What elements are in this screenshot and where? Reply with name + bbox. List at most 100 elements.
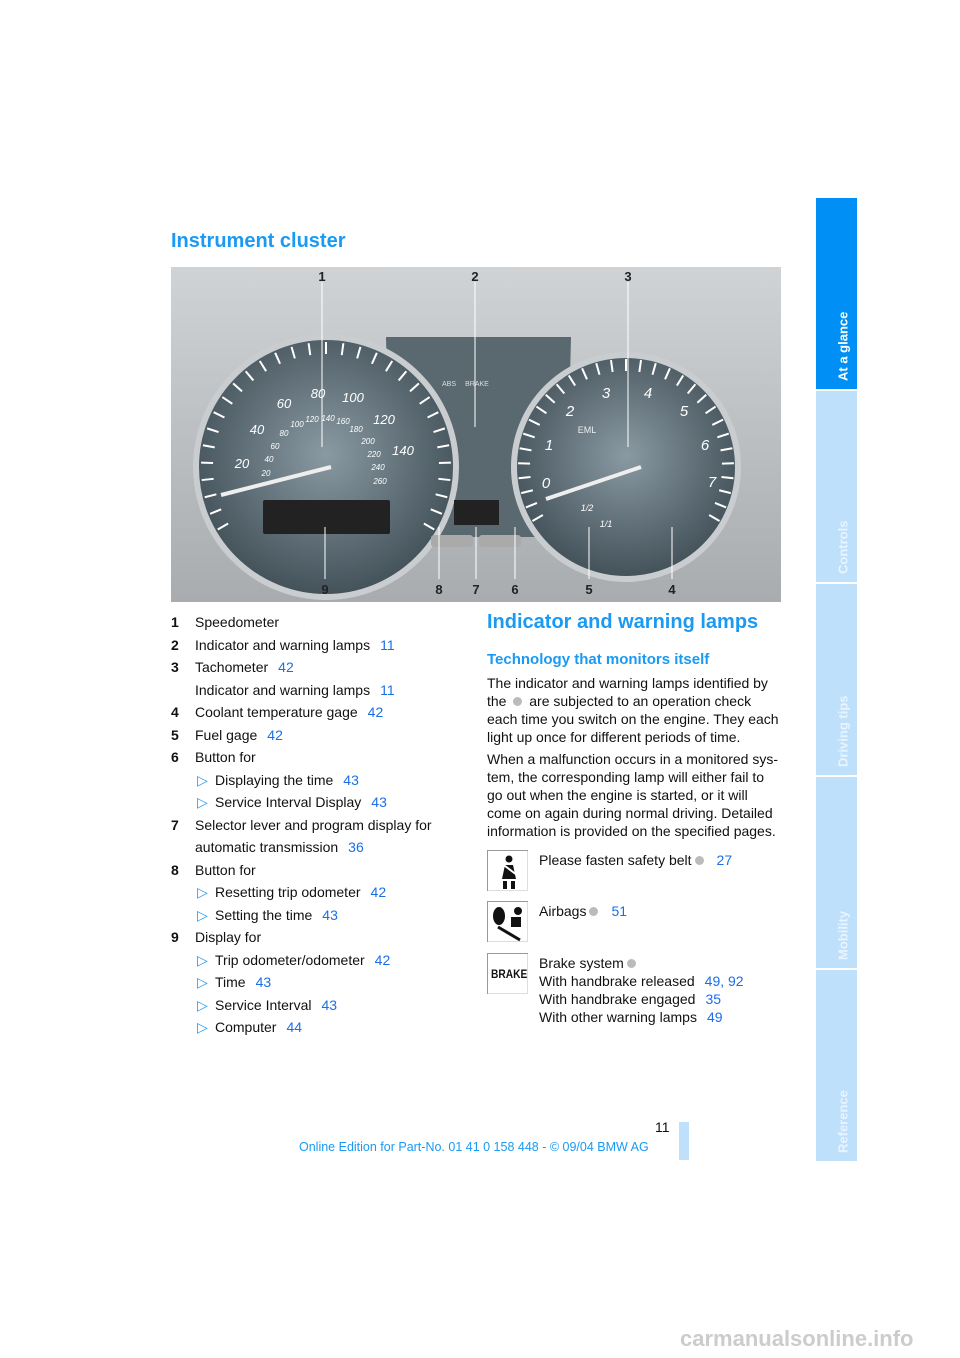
lamps-subtitle: Technology that monitors itself — [487, 651, 710, 668]
footer: Online Edition for Part-No. 01 41 0 158 … — [299, 1140, 649, 1154]
monitor-dot-icon — [513, 697, 523, 706]
callout-number: 3 — [624, 269, 631, 284]
tach-label: 0 — [542, 475, 551, 492]
speed-kmh-label: 120 — [305, 415, 319, 424]
tach-label: 6 — [701, 437, 710, 454]
legend-subitem: ▷ Time 43 — [171, 971, 471, 994]
tab-reference[interactable]: Reference — [816, 970, 857, 1161]
paragraph-2: When a malfunction occurs in a monitored… — [487, 751, 779, 839]
page-link[interactable]: 42 — [278, 659, 294, 675]
item-number: 2 — [171, 636, 179, 653]
monitor-dot-icon — [589, 907, 599, 916]
arrow-icon: ▷ — [197, 951, 208, 968]
page-link[interactable]: 43 — [343, 772, 359, 788]
lamp-description: Brake system With handbrake released 49, 9… — [539, 954, 744, 1026]
lamp-line: Brake system — [539, 954, 744, 972]
abs-label: ABS — [442, 381, 456, 388]
item-number: 7 — [171, 816, 179, 833]
page-link[interactable]: 43 — [256, 974, 272, 990]
page-link[interactable]: 43 — [371, 794, 387, 810]
speed-mph-label: 40 — [250, 422, 265, 437]
lamp-line: With handbrake engaged 35 — [539, 991, 722, 1007]
speed-kmh-label: 240 — [370, 463, 385, 472]
speed-kmh-label: 80 — [280, 429, 289, 438]
page-link[interactable]: 49, 92 — [705, 973, 744, 989]
legend-item: 4 Coolant temperature gage 42 — [171, 701, 471, 724]
page-link[interactable]: 42 — [375, 952, 391, 968]
page-link[interactable]: 43 — [321, 997, 337, 1013]
lamp-description: Please fasten safety belt 27 — [539, 851, 732, 869]
watermark: carmanualsonline.info — [680, 1326, 914, 1351]
page-link[interactable]: 42 — [368, 704, 384, 720]
arrow-icon: ▷ — [197, 794, 208, 810]
speed-kmh-label: 180 — [349, 425, 363, 434]
paragraph-1: The indicator and warning lamps identifi… — [487, 675, 779, 745]
page-link[interactable]: 43 — [322, 907, 338, 923]
page-link[interactable]: 11 — [380, 637, 395, 653]
lamp-description: Airbags 51 — [539, 902, 627, 920]
item-label: Speedometer — [195, 614, 280, 630]
item-number: 5 — [171, 726, 179, 743]
page-link[interactable]: 42 — [371, 884, 387, 900]
arrow-icon: ▷ — [197, 996, 208, 1013]
legend-item: 6 Button for — [171, 746, 471, 769]
item-label: Tachometer — [195, 659, 269, 675]
page-link[interactable]: 42 — [267, 727, 283, 743]
gauge-tick — [518, 476, 531, 480]
page-link[interactable]: 44 — [286, 1019, 302, 1035]
brake-icon: BRAKE — [487, 953, 528, 994]
tab-controls[interactable]: Controls — [816, 391, 857, 582]
chapter-tabs: At a glance Controls Driving tips Mobility R… — [816, 198, 857, 1163]
speed-kmh-label: 160 — [336, 417, 350, 426]
arrow-icon: ▷ — [197, 884, 208, 900]
arrow-icon: ▷ — [197, 974, 208, 990]
item-number: 6 — [171, 749, 179, 765]
subitem-label: Trip odometer/odometer — [215, 951, 365, 968]
page-link[interactable]: 11 — [380, 682, 395, 698]
subitem-label: Computer — [215, 1019, 277, 1035]
page-link[interactable]: 51 — [611, 903, 627, 919]
instrument-cluster-image: 20406080 10012014020406080100120 140 160180… — [171, 267, 781, 602]
page-link[interactable]: 49 — [707, 1009, 723, 1025]
legend-item: 3 Tachometer 42 — [171, 656, 471, 679]
legend-subitem: ▷ Displaying the time 43 — [171, 769, 471, 792]
lamps-title: Indicator and warning lamps — [487, 611, 759, 633]
eml-label: EML — [578, 425, 597, 435]
subitem-label: Service Interval Display — [215, 794, 362, 810]
tab-at-a-glance[interactable]: At a glance — [816, 198, 857, 389]
tach-label: 2 — [565, 403, 575, 420]
subitem-label: Time — [215, 974, 246, 990]
item-number: 3 — [171, 659, 179, 675]
page-link[interactable]: 27 — [717, 852, 733, 868]
cluster-legend-list: 1 Speedometer 2 Indicator and warning lamps… — [171, 611, 471, 1039]
item-number: 1 — [171, 614, 179, 630]
callout-number: 2 — [471, 269, 478, 284]
speed-kmh-label: 220 — [366, 450, 381, 459]
arrow-icon: ▷ — [197, 771, 208, 788]
item-number: 9 — [171, 929, 179, 945]
page-marker — [679, 1122, 689, 1160]
seatbelt-icon — [487, 850, 528, 891]
item-label: Indicator and warning lamps — [195, 681, 371, 698]
callout-number: 6 — [511, 582, 518, 597]
tab-mobility[interactable]: Mobility — [816, 777, 857, 968]
lamp-line: Please fasten safety belt 27 — [539, 852, 733, 868]
item-number: 8 — [171, 861, 179, 878]
page-link[interactable]: 36 — [348, 839, 364, 855]
item-label: Fuel gage — [195, 726, 258, 743]
airbag-icon — [487, 901, 528, 942]
lamp-line: Airbags 51 — [539, 903, 628, 919]
speed-mph-label: 80 — [311, 386, 326, 401]
callout-number: 7 — [472, 582, 479, 597]
legend-item: 9 Display for — [171, 926, 471, 949]
tach-label: 4 — [644, 385, 652, 402]
item-label: Selector lever and program display for a… — [195, 816, 432, 856]
tach-label: 3 — [602, 385, 611, 402]
tab-driving-tips[interactable]: Driving tips — [816, 584, 857, 775]
speed-kmh-label: 40 — [265, 455, 274, 464]
callout-number: 8 — [435, 582, 442, 597]
item-label: Display for — [195, 929, 262, 945]
section-title: Instrument cluster — [171, 230, 346, 252]
speed-mph-label: 140 — [392, 443, 414, 458]
page-link[interactable]: 35 — [705, 991, 721, 1007]
